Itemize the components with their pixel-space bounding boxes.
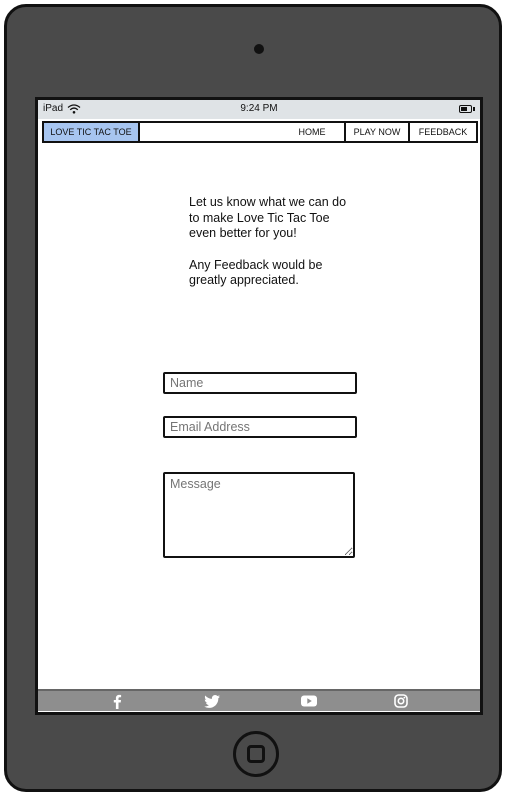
nav-home[interactable]: HOME <box>280 123 344 141</box>
twitter-icon[interactable] <box>204 693 220 709</box>
status-time: 9:24 PM <box>240 103 278 114</box>
brand-logo[interactable]: LOVE TIC TAC TOE <box>44 123 140 141</box>
camera <box>254 44 264 54</box>
intro-text: Let us know what we can do to make Love … <box>189 195 359 305</box>
social-footer <box>38 689 480 711</box>
status-bar: iPad 9:24 PM <box>38 100 480 119</box>
intro-line-1: Let us know what we can do to make Love … <box>189 195 347 240</box>
youtube-icon[interactable] <box>301 693 317 709</box>
navbar: LOVE TIC TAC TOE HOME PLAY NOW FEEDBACK <box>42 121 478 143</box>
facebook-icon[interactable] <box>109 693 125 709</box>
home-button[interactable] <box>233 731 279 777</box>
name-input[interactable] <box>163 372 357 394</box>
battery-icon <box>459 105 475 113</box>
ipad-device-frame: iPad 9:24 PM LOVE TIC TAC TOE HOME PLAY … <box>4 4 502 792</box>
nav-feedback[interactable]: FEEDBACK <box>408 123 476 141</box>
screen: iPad 9:24 PM LOVE TIC TAC TOE HOME PLAY … <box>35 97 483 715</box>
message-textarea[interactable] <box>163 472 355 558</box>
nav-play-now[interactable]: PLAY NOW <box>344 123 408 141</box>
email-input[interactable] <box>163 416 357 438</box>
instagram-icon[interactable] <box>393 693 409 709</box>
nav-links: HOME PLAY NOW FEEDBACK <box>280 123 476 141</box>
home-button-square-icon <box>247 745 265 763</box>
intro-line-2: Any Feedback would be greatly appreciate… <box>189 257 323 288</box>
